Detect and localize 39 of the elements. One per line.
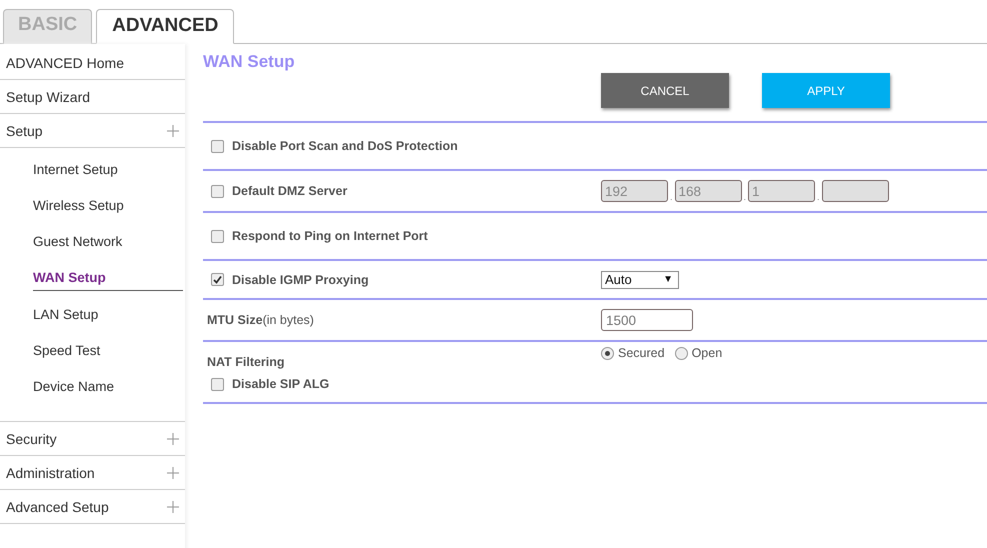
- sidebar-subitem[interactable]: Speed Test: [33, 337, 183, 363]
- page-title: WAN Setup: [203, 52, 296, 72]
- option-label: Disable Port Scan and DoS Protection: [232, 139, 458, 153]
- checkbox[interactable]: [211, 140, 224, 152]
- ip-octet-field[interactable]: [822, 180, 889, 202]
- cancel-button[interactable]: CANCEL: [601, 73, 729, 108]
- sidebar-subitem[interactable]: LAN Setup: [33, 301, 183, 327]
- option-label: Disable IGMP Proxying: [232, 272, 369, 286]
- sidebar-item[interactable]: Security: [0, 422, 185, 456]
- option-label: Default DMZ Server: [232, 184, 348, 198]
- option-label: Respond to Ping on Internet Port: [232, 229, 428, 243]
- input-field[interactable]: 1500: [601, 309, 693, 331]
- sidebar-subitem[interactable]: Device Name: [33, 373, 183, 399]
- radio-label: Secured: [618, 346, 665, 360]
- radio-button[interactable]: [674, 346, 688, 360]
- sidebar-item[interactable]: Advanced Setup: [0, 490, 185, 524]
- sidebar-subitem[interactable]: Guest Network: [33, 228, 183, 254]
- radio-label: Open: [692, 346, 722, 360]
- tab[interactable]: ADVANCED: [96, 9, 234, 44]
- checkbox[interactable]: [211, 184, 224, 198]
- checkbox[interactable]: [211, 273, 224, 286]
- sidebar-subitem[interactable]: Internet Setup: [33, 156, 183, 182]
- sidebar-subitem[interactable]: WAN Setup: [33, 264, 183, 291]
- sidebar-item[interactable]: Administration: [0, 456, 185, 490]
- checkbox[interactable]: [211, 378, 224, 390]
- option-label: NAT Filtering: [207, 355, 286, 369]
- ip-separator: .: [744, 192, 746, 202]
- dropdown[interactable]: Auto ▼: [601, 270, 679, 288]
- radio-button[interactable]: [601, 346, 614, 360]
- option-label: MTU Size(in bytes): [207, 313, 315, 327]
- option-label: Disable SIP ALG: [232, 377, 330, 391]
- radio-dot-icon: [605, 350, 610, 356]
- sidebar-subitem[interactable]: Wireless Setup: [33, 192, 183, 218]
- checkbox[interactable]: [211, 230, 224, 242]
- sidebar-item[interactable]: Setup: [0, 114, 185, 148]
- sidebar-item[interactable]: ADVANCED Home: [0, 46, 185, 80]
- sidebar-item[interactable]: Setup Wizard: [0, 80, 185, 114]
- ip-separator: .: [817, 192, 820, 202]
- ip-separator: .: [670, 192, 673, 202]
